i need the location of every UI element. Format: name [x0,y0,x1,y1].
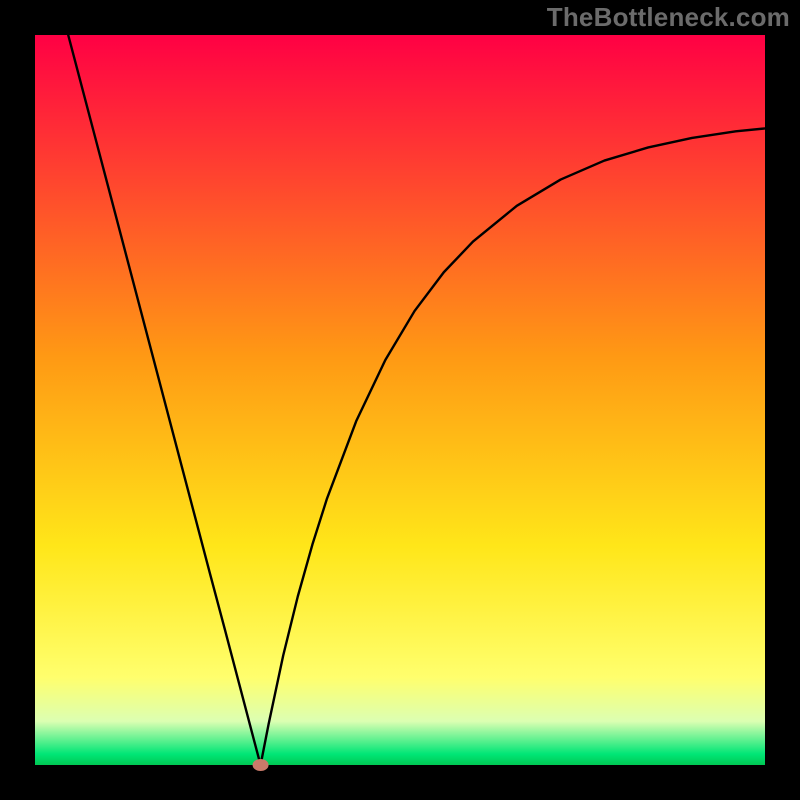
plot-area [35,35,765,765]
watermark-text: TheBottleneck.com [547,2,790,33]
optimal-point-marker [253,759,269,771]
bottleneck-chart [0,0,800,800]
chart-container: TheBottleneck.com [0,0,800,800]
